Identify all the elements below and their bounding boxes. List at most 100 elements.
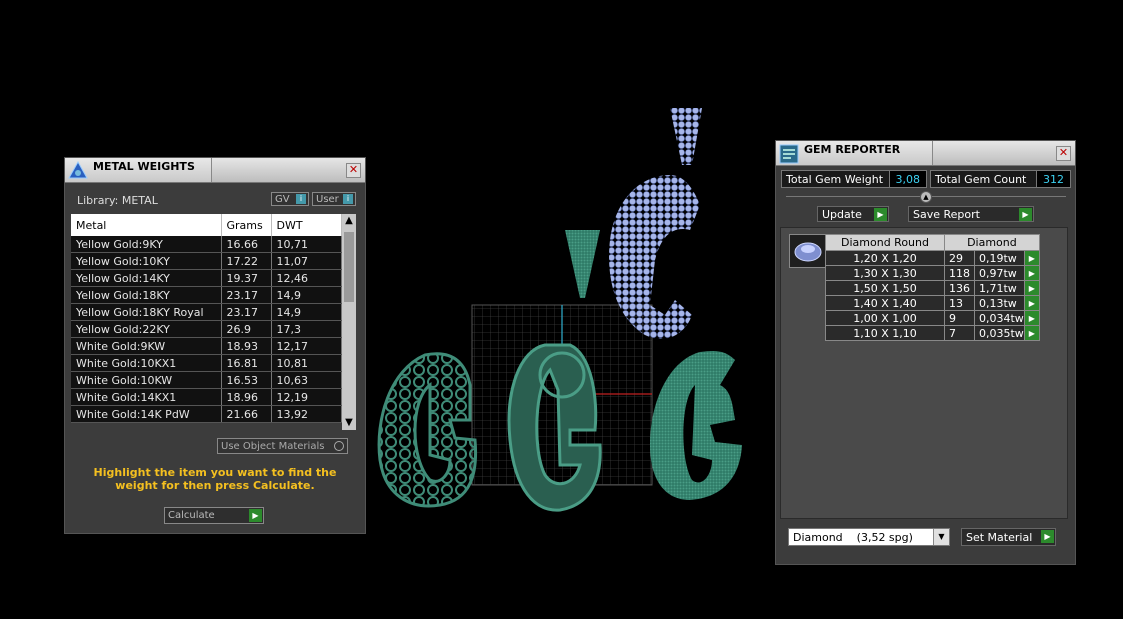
select-gem-icon[interactable]: ▶	[1023, 325, 1040, 341]
metal-weights-panel: METAL WEIGHTS ✕ Library: METAL GV i User…	[64, 157, 366, 534]
metal-name-cell: White Gold:14KX1	[71, 388, 222, 406]
gem-size-cell: 1,10 X 1,10	[825, 325, 945, 341]
splitter-handle[interactable]: ▲	[920, 191, 932, 203]
diamond-thumbnail[interactable]	[789, 234, 827, 268]
set-material-label: Set Material	[966, 531, 1033, 544]
table-row[interactable]: White Gold:10KX1 16.81 10,81	[71, 354, 342, 372]
grams-cell: 23.17	[221, 303, 272, 321]
table-row[interactable]: White Gold:9KW 18.93 12,17	[71, 337, 342, 355]
total-gem-count-value: 312	[1036, 171, 1070, 187]
select-gem-icon[interactable]: ▶	[1023, 280, 1040, 296]
table-row[interactable]: Yellow Gold:10KY 17.22 11,07	[71, 252, 342, 270]
update-button[interactable]: Update ▶	[817, 206, 889, 222]
table-row[interactable]: 1,10 X 1,10 7 0,035tw ▶	[825, 325, 1040, 341]
table-row[interactable]: 1,50 X 1,50 136 1,71tw ▶	[825, 280, 1040, 296]
metal-weights-titlebar[interactable]: METAL WEIGHTS ✕	[65, 158, 365, 183]
gem-count-cell: 9	[944, 310, 975, 326]
save-report-button[interactable]: Save Report ▶	[908, 206, 1034, 222]
gem-weight-cell: 0,13tw	[974, 295, 1025, 311]
table-row[interactable]: 1,00 X 1,00 9 0,034tw ▶	[825, 310, 1040, 326]
scroll-up-icon[interactable]: ▲	[342, 214, 356, 228]
select-gem-icon[interactable]: ▶	[1023, 250, 1040, 266]
table-row[interactable]: Yellow Gold:9KY 16.66 10,71	[71, 236, 342, 253]
metal-name-cell: White Gold:9KW	[71, 337, 222, 355]
select-gem-icon[interactable]: ▶	[1023, 295, 1040, 311]
table-row[interactable]: Yellow Gold:18KY 23.17 14,9	[71, 286, 342, 304]
info-icon: i	[343, 194, 353, 204]
column-header[interactable]: Diamond	[944, 234, 1040, 251]
info-icon: i	[296, 194, 306, 204]
gem-size-cell: 1,50 X 1,50	[825, 280, 945, 296]
grams-cell: 16.66	[221, 236, 272, 253]
scroll-thumb[interactable]	[344, 232, 354, 302]
3d-viewport[interactable]	[370, 100, 755, 520]
grams-cell: 23.17	[221, 286, 272, 304]
hex-g-letter[interactable]	[377, 352, 478, 508]
metal-table-scrollbar[interactable]: ▲ ▼	[342, 214, 356, 430]
gem-count-cell: 13	[944, 295, 975, 311]
gv-toggle-label: GV	[275, 194, 290, 205]
metal-weights-app-icon	[68, 160, 88, 179]
column-header[interactable]: Grams	[221, 214, 272, 236]
user-toggle[interactable]: User i	[312, 192, 356, 206]
metal-name-cell: Yellow Gold:18KY Royal	[71, 303, 222, 321]
calculate-hint: Highlight the item you want to find the …	[93, 466, 337, 492]
material-select[interactable]: Diamond (3,52 spg) ▼	[788, 528, 950, 546]
grams-cell: 18.96	[221, 388, 272, 406]
dwt-cell: 10,81	[271, 354, 342, 372]
total-gem-count-field: Total Gem Count 312	[930, 170, 1071, 188]
user-toggle-label: User	[316, 194, 339, 205]
grams-cell: 16.53	[221, 371, 272, 389]
total-gem-count-label: Total Gem Count	[935, 173, 1027, 186]
play-arrow-icon: ▶	[1019, 208, 1032, 221]
set-material-button[interactable]: Set Material ▶	[961, 528, 1056, 546]
grams-cell: 19.37	[221, 269, 272, 287]
dwt-cell: 14,9	[271, 303, 342, 321]
library-label: Library: METAL	[77, 194, 158, 207]
metal-table: Metal Grams DWT Yellow Gold:9KY 16.66 10,7…	[71, 214, 342, 423]
column-header[interactable]: DWT	[271, 214, 342, 236]
table-row[interactable]: 1,30 X 1,30 118 0,97tw ▶	[825, 265, 1040, 281]
table-header-row: Metal Grams DWT	[71, 214, 342, 236]
table-row[interactable]: 1,20 X 1,20 29 0,19tw ▶	[825, 250, 1040, 266]
total-gem-weight-field: Total Gem Weight 3,08	[781, 170, 927, 188]
table-row[interactable]: White Gold:14KX1 18.96 12,19	[71, 388, 342, 406]
dwt-cell: 11,07	[271, 252, 342, 270]
table-row[interactable]: Yellow Gold:18KY Royal 23.17 14,9	[71, 303, 342, 321]
close-icon[interactable]: ✕	[1056, 146, 1071, 161]
select-gem-icon[interactable]: ▶	[1023, 310, 1040, 326]
close-icon[interactable]: ✕	[346, 163, 361, 178]
table-row[interactable]: Yellow Gold:14KY 19.37 12,46	[71, 269, 342, 287]
gv-toggle[interactable]: GV i	[271, 192, 309, 206]
gem-reporter-app-icon	[779, 144, 799, 164]
play-arrow-icon: ▶	[874, 208, 887, 221]
gem-weight-cell: 0,034tw	[974, 310, 1025, 326]
gem-list-area: Diamond Round Diamond 1,20 X 1,20 29 0,19t…	[780, 227, 1068, 519]
grams-cell: 21.66	[221, 405, 272, 423]
scroll-down-icon[interactable]: ▼	[342, 416, 356, 430]
panel-title: GEM REPORTER	[804, 143, 901, 156]
gem-count-cell: 7	[944, 325, 975, 341]
dwt-cell: 12,17	[271, 337, 342, 355]
mesh-bail	[565, 230, 600, 298]
calculate-button[interactable]: Calculate ▶	[164, 507, 264, 524]
material-select-value: Diamond (3,52 spg)	[793, 531, 913, 544]
gem-weight-cell: 0,97tw	[974, 265, 1025, 281]
use-object-materials-toggle[interactable]: Use Object Materials	[217, 438, 348, 454]
grams-cell: 18.93	[221, 337, 272, 355]
dwt-cell: 10,63	[271, 371, 342, 389]
gem-count-cell: 118	[944, 265, 975, 281]
total-gem-weight-label: Total Gem Weight	[786, 173, 884, 186]
table-row[interactable]: 1,40 X 1,40 13 0,13tw ▶	[825, 295, 1040, 311]
table-row[interactable]: White Gold:14K PdW 21.66 13,92	[71, 405, 342, 423]
column-header[interactable]: Diamond Round	[825, 234, 945, 251]
select-gem-icon[interactable]: ▶	[1023, 265, 1040, 281]
gem-reporter-titlebar[interactable]: GEM REPORTER ✕	[776, 141, 1075, 166]
column-header[interactable]: Metal	[71, 214, 222, 236]
table-row[interactable]: White Gold:10KW 16.53 10,63	[71, 371, 342, 389]
chevron-down-icon: ▼	[933, 529, 949, 545]
mesh-g-letter[interactable]	[650, 350, 742, 500]
grams-cell: 17.22	[221, 252, 272, 270]
table-row[interactable]: Yellow Gold:22KY 26.9 17,3	[71, 320, 342, 338]
gem-weight-cell: 0,19tw	[974, 250, 1025, 266]
